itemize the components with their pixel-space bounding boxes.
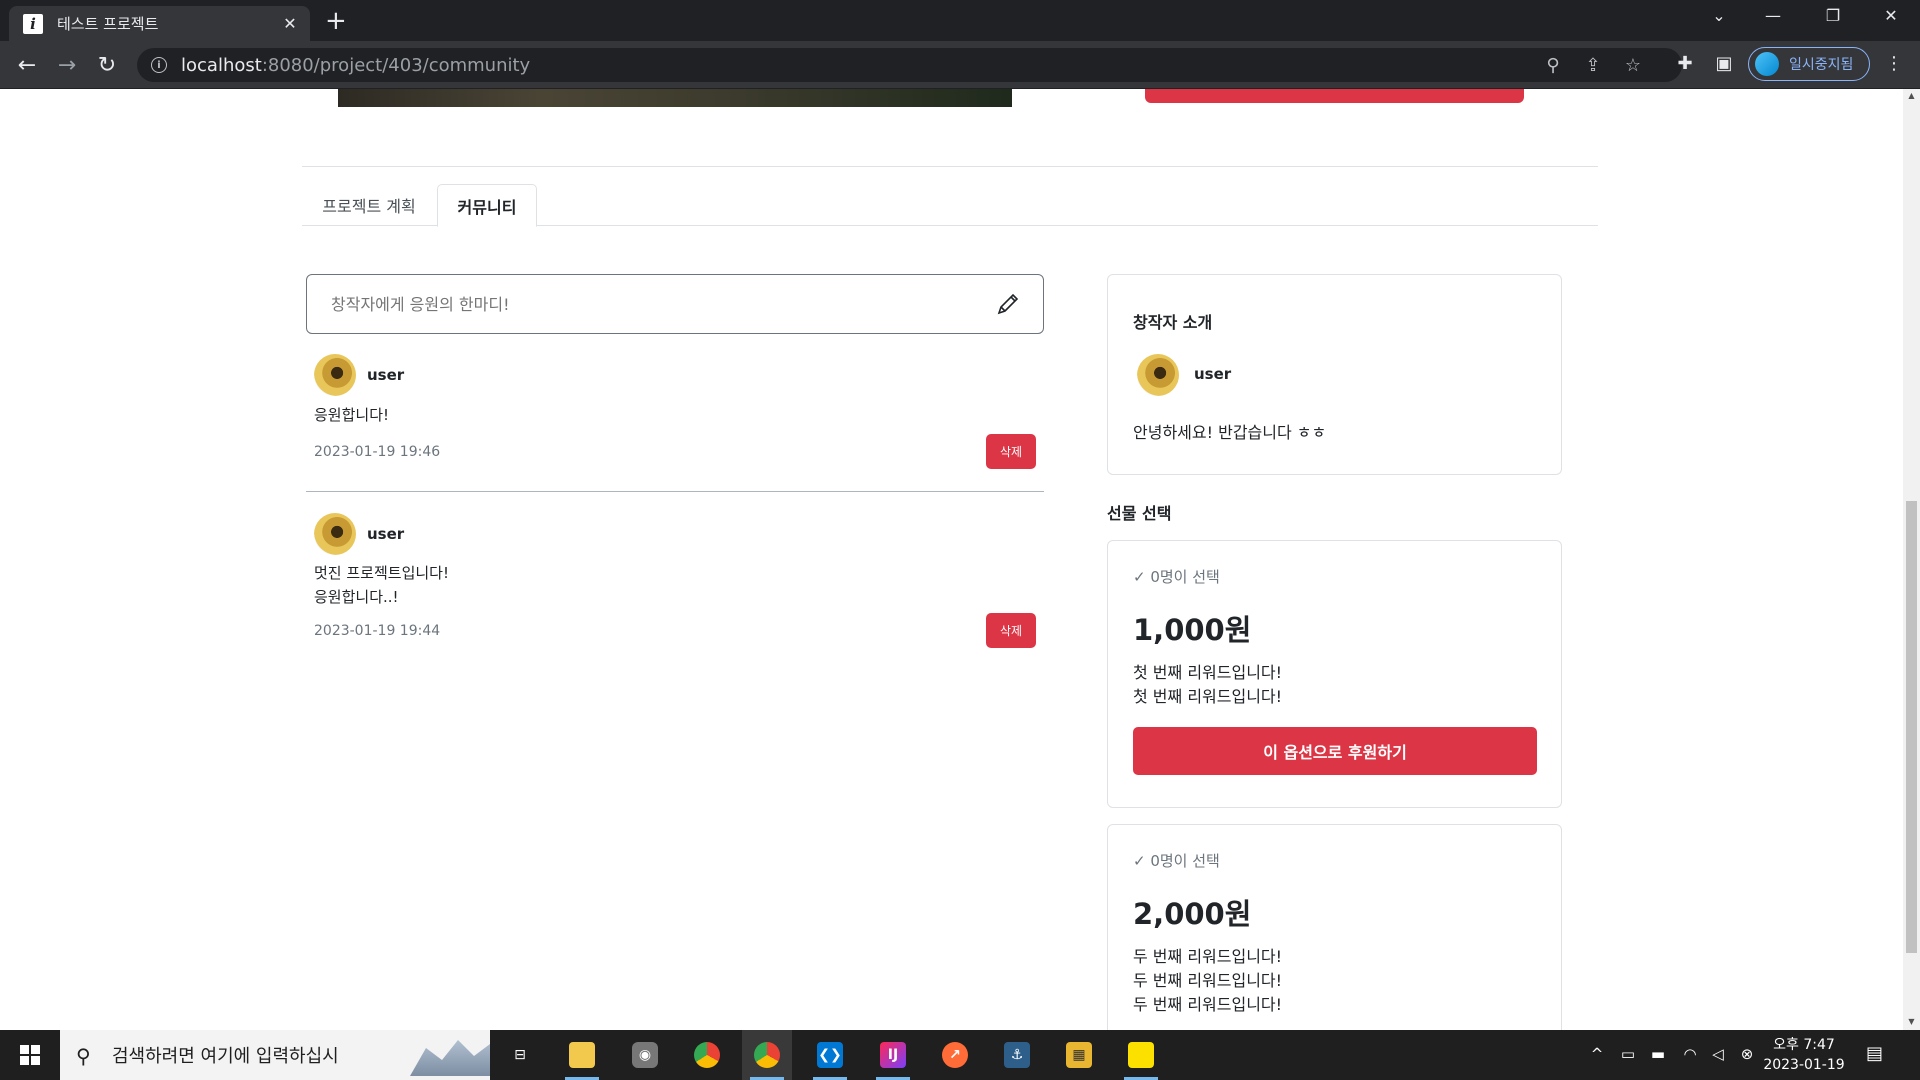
intellij-icon[interactable]: IJ: [868, 1030, 918, 1080]
profile-avatar: [1755, 52, 1779, 76]
search-icon: ⚲: [76, 1044, 91, 1068]
url-text: localhost:8080/project/403/community: [181, 54, 531, 76]
profile-label: 일시중지됨: [1789, 57, 1854, 73]
vscode-icon[interactable]: ❮❯: [805, 1030, 855, 1080]
star-icon[interactable]: ☆: [1622, 55, 1644, 76]
clock-time: 오후 7:47: [1773, 1037, 1835, 1053]
comment-username: user: [367, 366, 405, 384]
gift-price: 2,000원: [1133, 897, 1252, 931]
chrome-active-icon[interactable]: [742, 1030, 792, 1080]
zoom-icon[interactable]: ⚲: [1542, 55, 1564, 76]
sticky-notes-icon[interactable]: [1116, 1030, 1166, 1080]
meet-icon[interactable]: ▭: [1618, 1045, 1638, 1063]
comment-text: 멋진 프로젝트입니다! 응원합니다..!: [314, 564, 449, 606]
scroll-down-icon[interactable]: ▼: [1903, 1017, 1920, 1026]
tab-search-icon[interactable]: ⌄: [1696, 6, 1742, 25]
creator-title: 창작자 소개: [1133, 313, 1213, 332]
browser-tab[interactable]: i 테스트 프로젝트 ✕: [9, 6, 310, 41]
gift-card: ✓ 0명이 선택 2,000원 두 번째 리워드입니다! 두 번째 리워드입니다…: [1107, 824, 1562, 1030]
avatar: [314, 513, 356, 555]
task-view-icon[interactable]: ⊟: [495, 1030, 545, 1080]
comment-date: 2023-01-19 19:46: [314, 444, 441, 460]
comment-text: 응원합니다!: [314, 406, 390, 424]
close-window-button[interactable]: ✕: [1868, 6, 1914, 25]
camera-icon[interactable]: ◉: [620, 1030, 670, 1080]
share-icon[interactable]: ⇪: [1582, 55, 1604, 76]
wifi-icon[interactable]: ◠: [1680, 1045, 1700, 1063]
new-tab-button[interactable]: +: [325, 8, 347, 34]
project-image: [338, 89, 1012, 107]
comment-input-box[interactable]: [306, 274, 1044, 334]
creator-name: user: [1194, 365, 1232, 383]
comment-username: user: [367, 525, 405, 543]
menu-icon[interactable]: ⋮: [1882, 53, 1906, 74]
tab-project-plan[interactable]: 프로젝트 계획: [302, 184, 436, 226]
scroll-thumb[interactable]: [1906, 501, 1917, 953]
system-clock[interactable]: 오후 7:47 2023-01-19: [1754, 1035, 1854, 1075]
windows-taskbar: ⚲ 검색하려면 여기에 입력하십시 ⊟ ◉ ❮❯ IJ ↗ ⚓ ▦ ^ ▭ ▬ …: [0, 1030, 1920, 1080]
avatar: [1137, 354, 1179, 396]
notification-icon[interactable]: ▤: [1866, 1043, 1883, 1064]
gift-selected-count: ✓ 0명이 선택: [1133, 852, 1220, 870]
clock-date: 2023-01-19: [1763, 1057, 1845, 1073]
browser-tab-strip: i 테스트 프로젝트 ✕ + ⌄ — ❐ ✕: [0, 0, 1920, 41]
pencil-icon[interactable]: [993, 289, 1023, 319]
battery-icon[interactable]: ▬: [1648, 1045, 1668, 1063]
gift-heading: 선물 선택: [1107, 504, 1172, 523]
forward-icon[interactable]: →: [53, 51, 81, 79]
chrome-icon[interactable]: [682, 1030, 732, 1080]
page-viewport: 프로젝트 계획 커뮤니티 user 응원합니다! 2023-01-19 19:4…: [0, 89, 1903, 1030]
volume-icon[interactable]: ◁: [1708, 1045, 1728, 1063]
site-favicon-icon: i: [23, 13, 43, 34]
search-placeholder: 검색하려면 여기에 입력하십시: [112, 1046, 339, 1067]
tab-title: 테스트 프로젝트: [57, 15, 159, 33]
mysql-workbench-icon[interactable]: ⚓: [992, 1030, 1042, 1080]
support-option-button[interactable]: 이 옵션으로 후원하기: [1133, 727, 1537, 775]
delete-comment-button[interactable]: 삭제: [986, 613, 1036, 648]
app-icon[interactable]: ▦: [1054, 1030, 1104, 1080]
comment-item: user 멋진 프로젝트입니다! 응원합니다..! 2023-01-19 19:…: [306, 513, 1044, 653]
gift-selected-count: ✓ 0명이 선택: [1133, 568, 1220, 586]
comment-input[interactable]: [331, 294, 971, 314]
comment-item: user 응원합니다! 2023-01-19 19:46 삭제: [306, 354, 1044, 492]
chevron-up-icon[interactable]: ^: [1587, 1045, 1607, 1063]
page-scrollbar[interactable]: ▲ ▼: [1903, 89, 1920, 1030]
postman-icon[interactable]: ↗: [930, 1030, 980, 1080]
gift-price: 1,000원: [1133, 613, 1252, 647]
reload-icon[interactable]: ↻: [93, 51, 121, 79]
start-button[interactable]: [0, 1030, 60, 1080]
gift-description: 두 번째 리워드입니다! 두 번째 리워드입니다! 두 번째 리워드입니다!: [1133, 947, 1283, 1014]
gift-card: ✓ 0명이 선택 1,000원 첫 번째 리워드입니다! 첫 번째 리워드입니다…: [1107, 540, 1562, 808]
taskbar-search[interactable]: ⚲ 검색하려면 여기에 입력하십시: [60, 1030, 490, 1080]
address-bar[interactable]: i localhost:8080/project/403/community ⚲…: [137, 48, 1682, 82]
gift-description: 첫 번째 리워드입니다! 첫 번째 리워드입니다!: [1133, 663, 1283, 706]
support-button-partial[interactable]: [1145, 89, 1524, 103]
creator-card: 창작자 소개 user 안녕하세요! 반갑습니다 ㅎㅎ: [1107, 274, 1562, 475]
browser-toolbar: ← → ↻ i localhost:8080/project/403/commu…: [0, 41, 1920, 89]
creator-bio: 안녕하세요! 반갑습니다 ㅎㅎ: [1133, 423, 1327, 442]
extensions-icon[interactable]: ✚: [1673, 53, 1697, 74]
close-tab-icon[interactable]: ✕: [280, 14, 300, 33]
sidepanel-icon[interactable]: ▣: [1712, 53, 1736, 74]
avatar: [314, 354, 356, 396]
minimize-button[interactable]: —: [1750, 6, 1796, 25]
restore-button[interactable]: ❐: [1810, 6, 1856, 25]
back-icon[interactable]: ←: [13, 51, 41, 79]
info-icon[interactable]: i: [151, 57, 167, 73]
project-tabs: 프로젝트 계획 커뮤니티: [302, 184, 1598, 227]
search-highlight-image: [410, 1040, 490, 1076]
comment-date: 2023-01-19 19:44: [314, 623, 441, 639]
windows-logo-icon: [20, 1045, 40, 1065]
divider: [302, 166, 1598, 167]
profile-button[interactable]: 일시중지됨: [1748, 47, 1870, 81]
file-explorer-icon[interactable]: [557, 1030, 607, 1080]
tab-community[interactable]: 커뮤니티: [437, 184, 537, 227]
delete-comment-button[interactable]: 삭제: [986, 434, 1036, 469]
scroll-up-icon[interactable]: ▲: [1903, 91, 1920, 100]
